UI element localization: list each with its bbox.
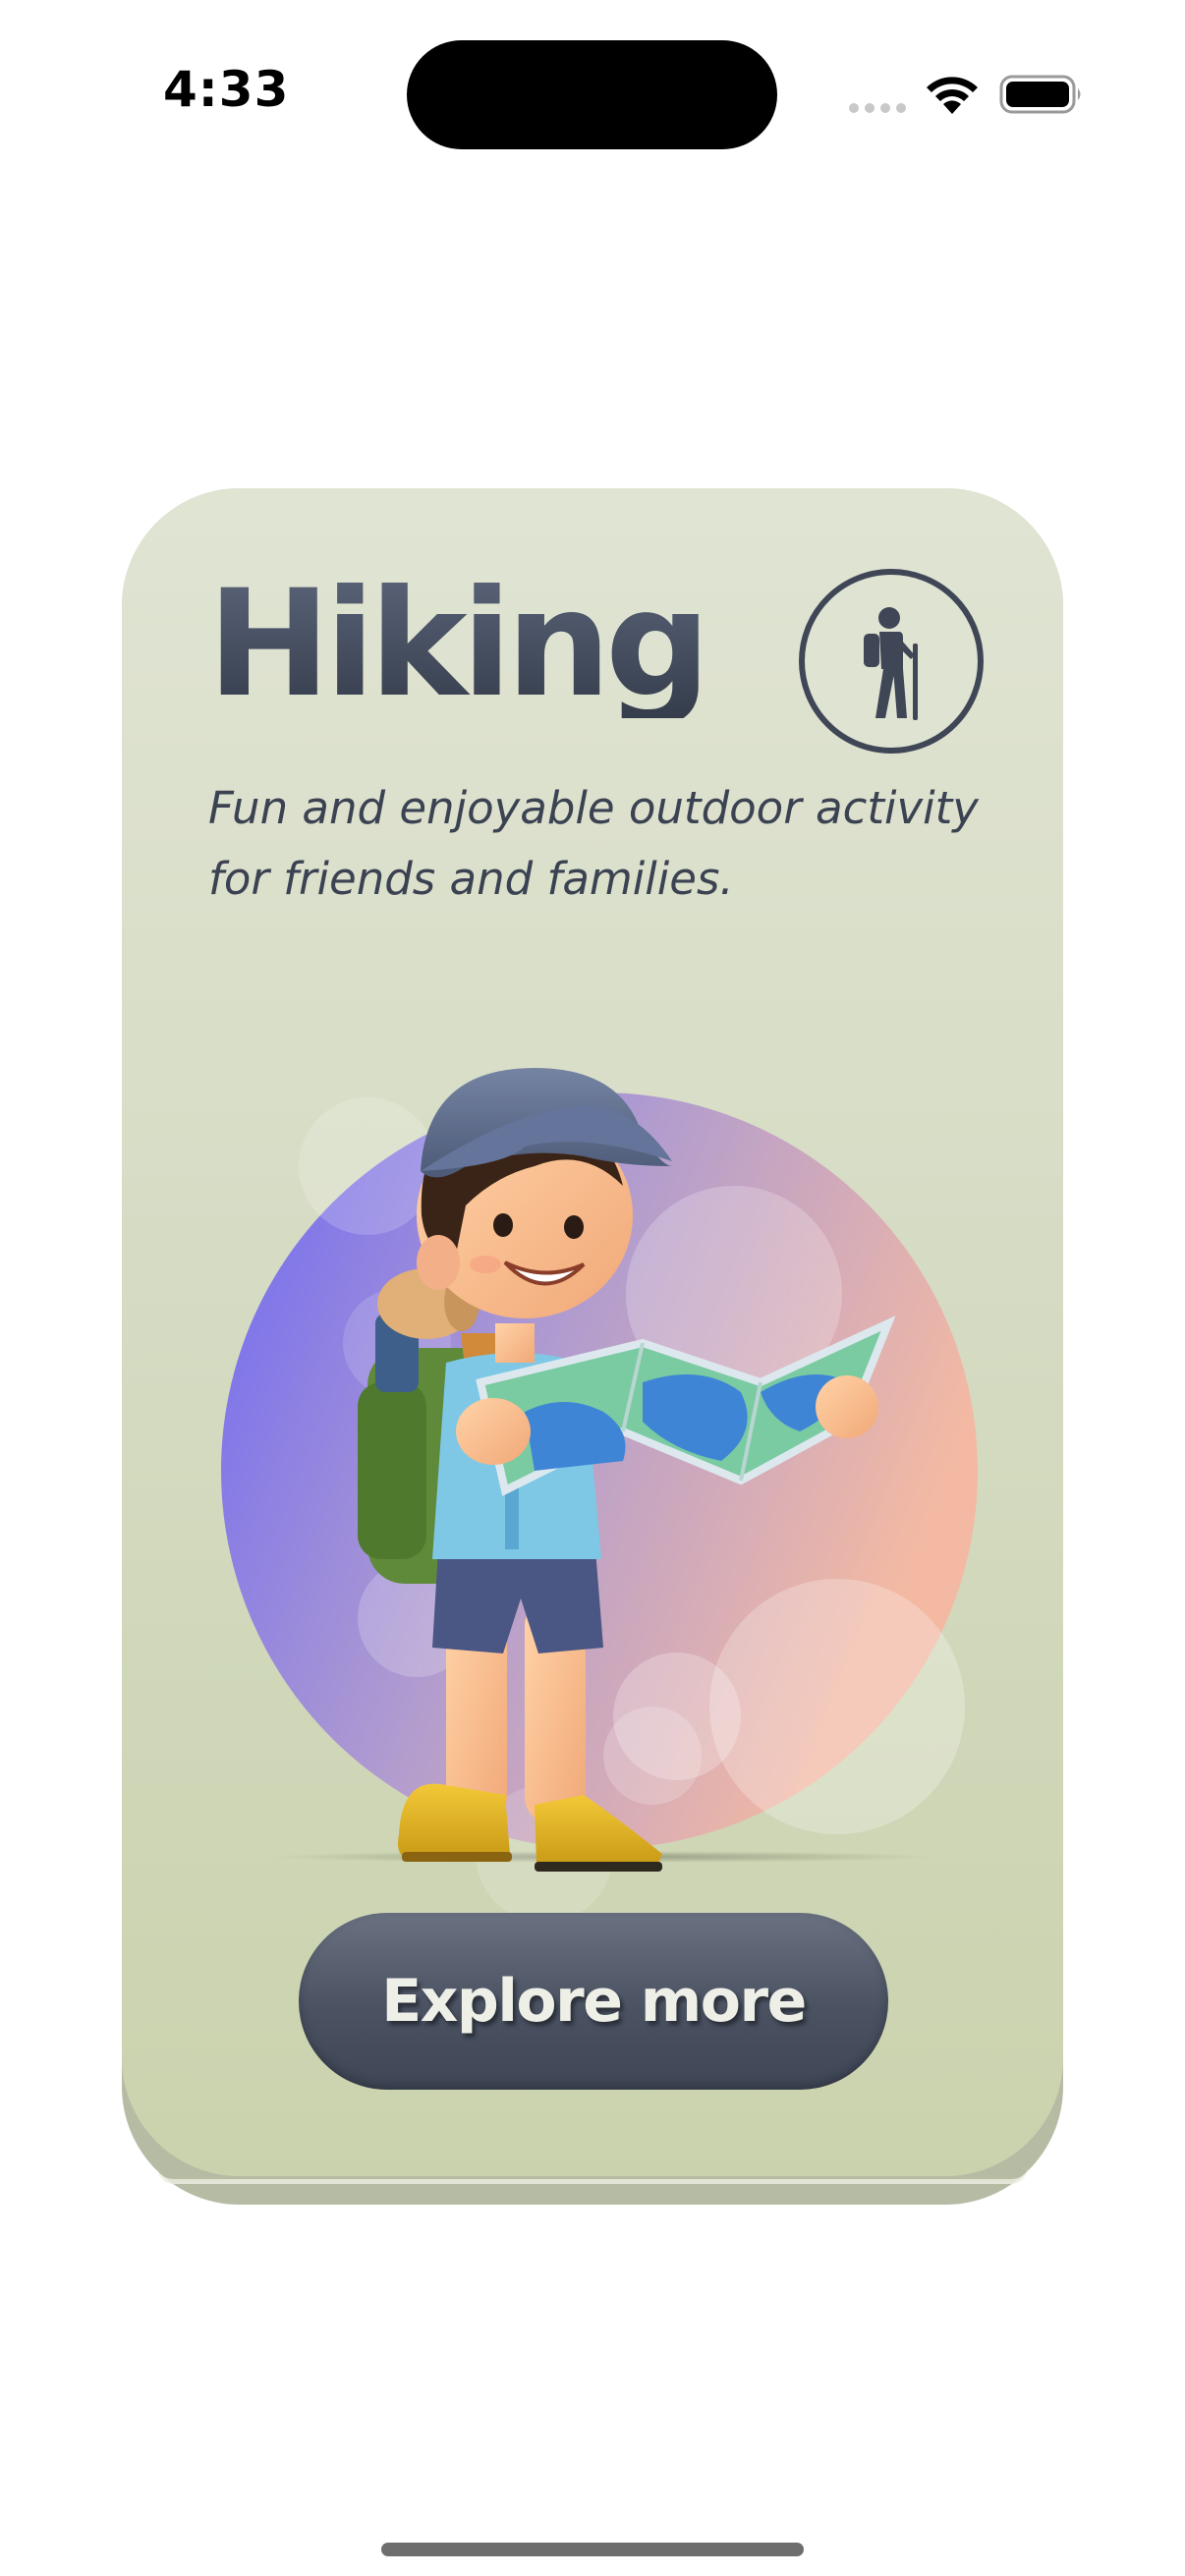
explore-more-label: Explore more [381,1967,807,2036]
card-title: Hiking [207,559,710,730]
cellular-signal-icon [849,103,906,113]
status-time: 4:33 [163,61,290,118]
hiker-boy-illustration [221,1068,978,1913]
hiker-icon [799,569,984,754]
dynamic-island [407,40,777,149]
card-edge-highlight [157,2167,1028,2184]
card-description: Fun and enjoyable outdoor activity for f… [208,782,979,905]
battery-icon [999,75,1081,114]
explore-more-button[interactable]: Explore more [299,1913,888,2090]
status-bar: 4:33 [0,0,1185,187]
hiking-card: Hiking Fun and enjoyable outdoor activit… [122,488,1063,2176]
home-indicator[interactable] [381,2543,804,2556]
wifi-icon [927,77,978,114]
